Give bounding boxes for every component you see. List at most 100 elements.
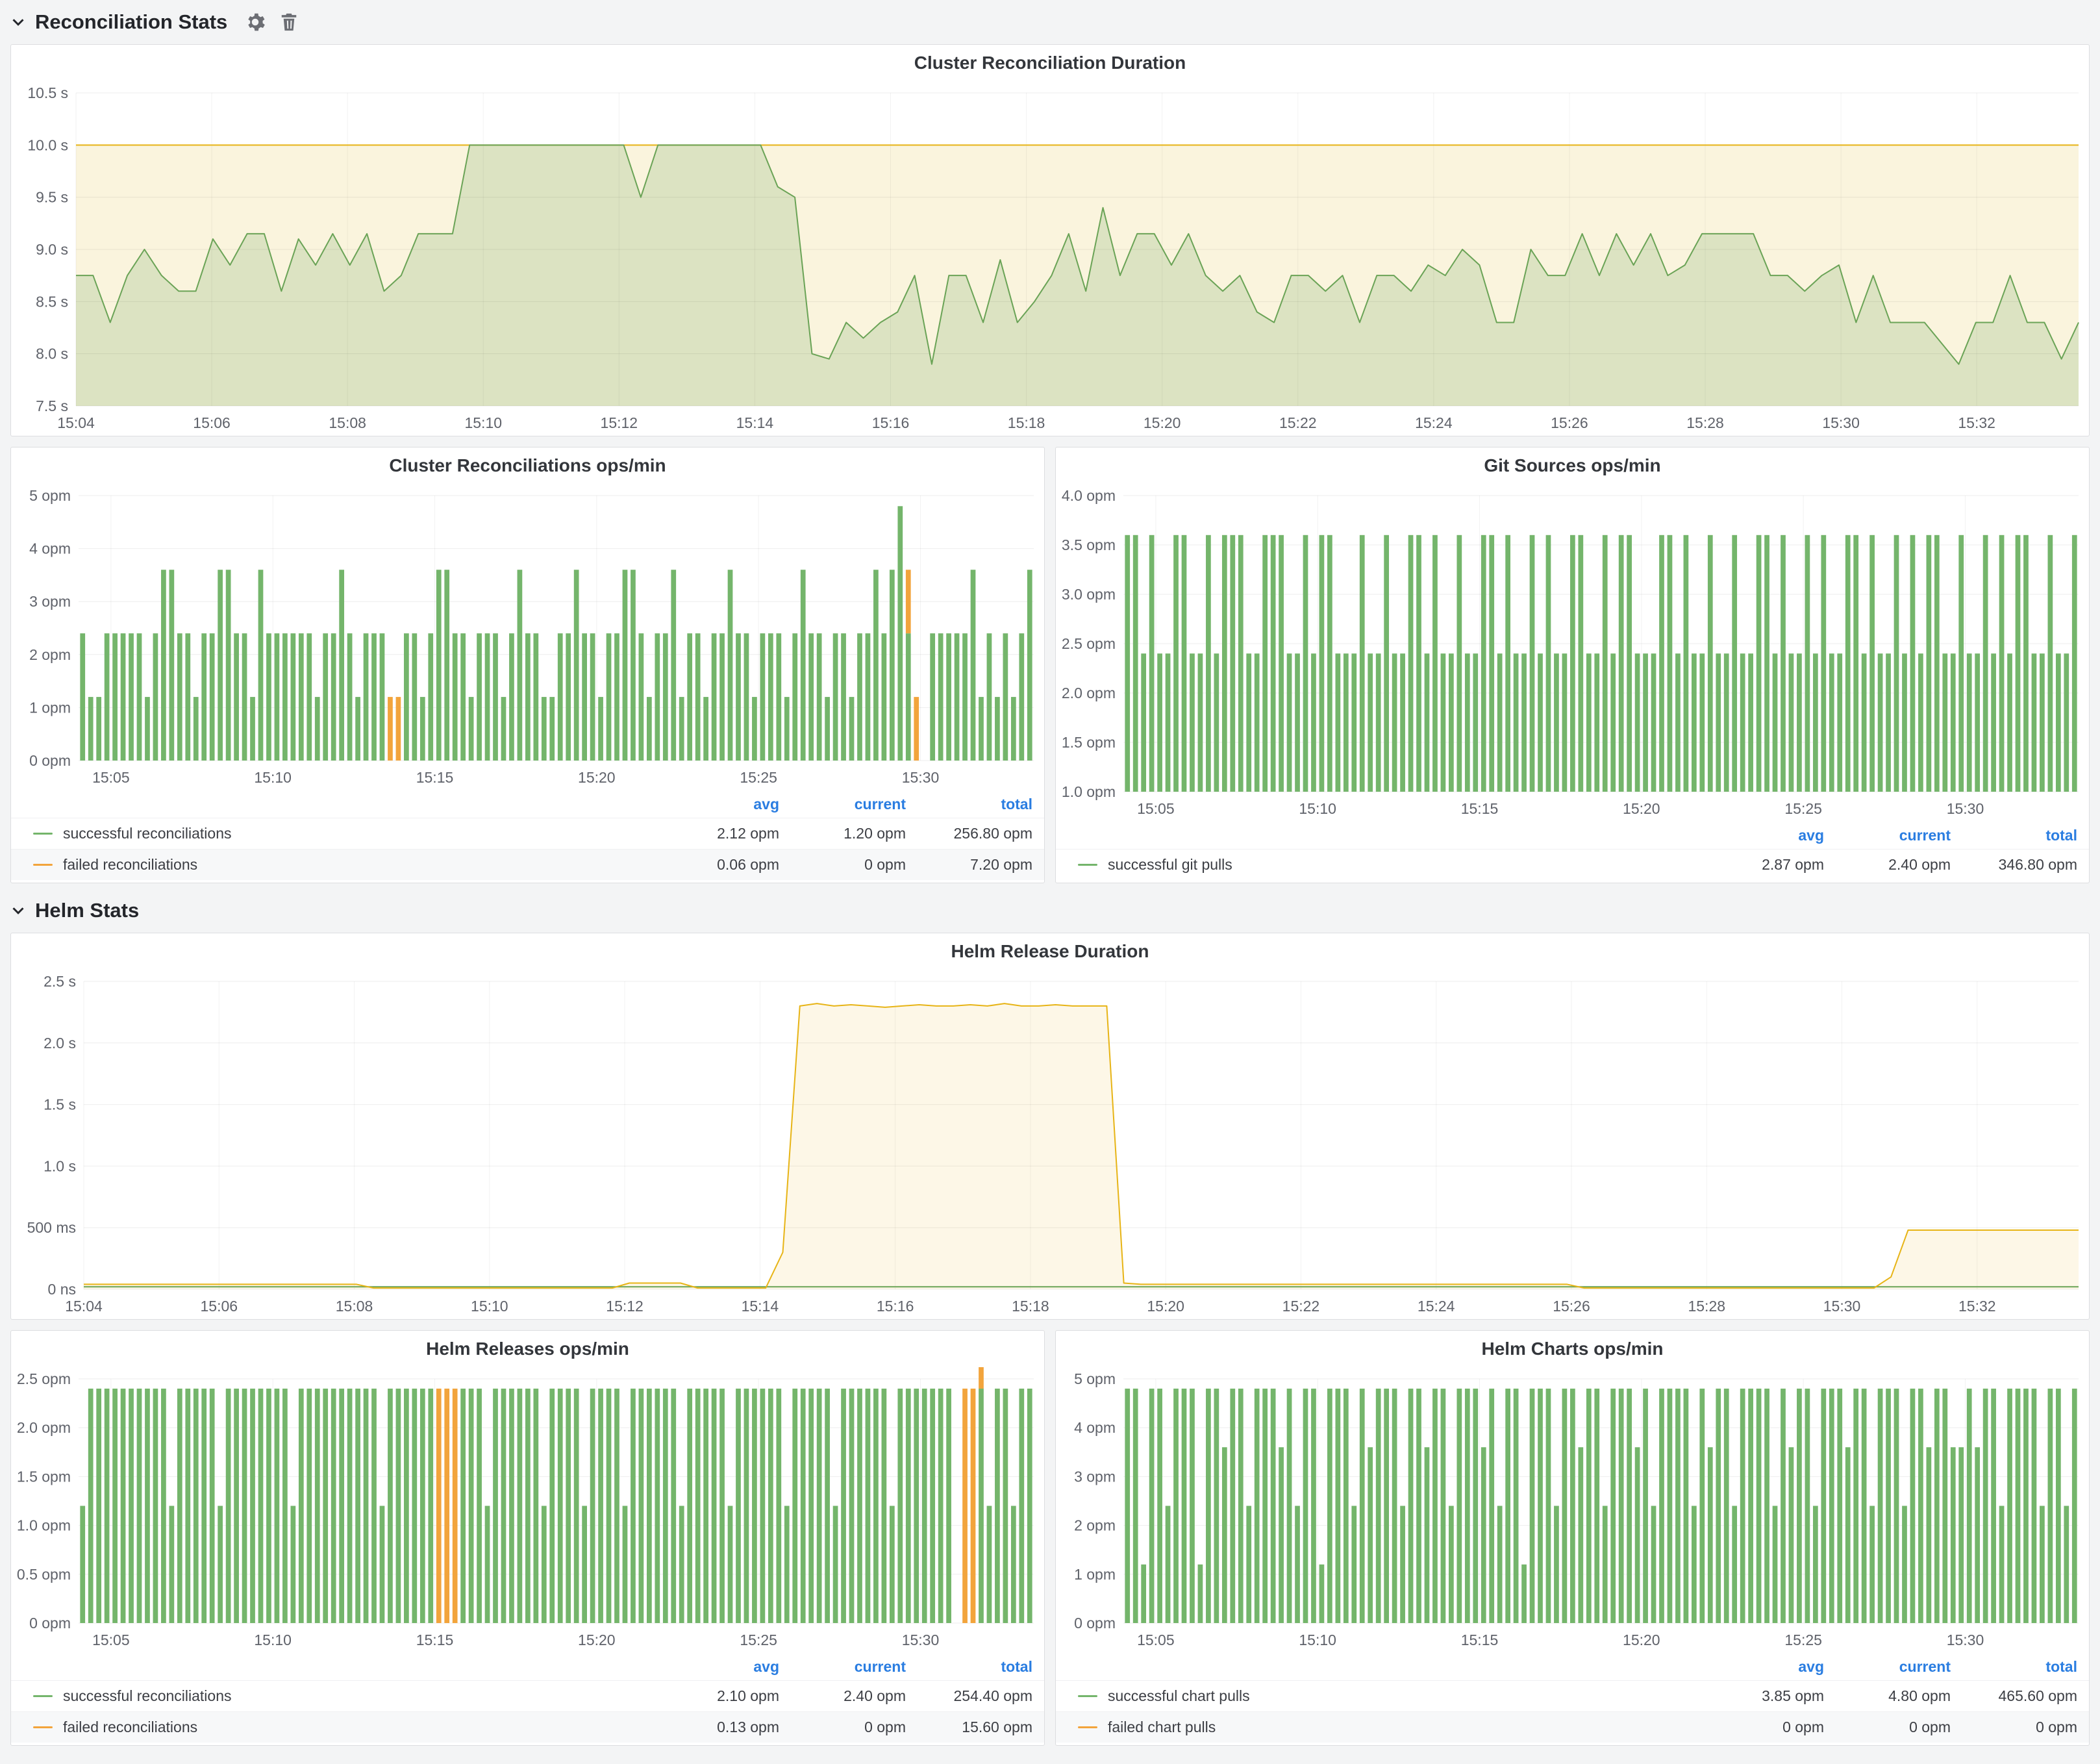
y-axis-tick-label: 2.5 opm (17, 1370, 71, 1387)
row-header-helm-stats[interactable]: Helm Stats (10, 894, 2090, 927)
legend-value: 2.40 opm (779, 1687, 906, 1705)
legend-series-label[interactable]: successful git pulls (1108, 856, 1232, 874)
y-axis-tick-label: 5 opm (1074, 1370, 1116, 1387)
legend-value: 465.60 opm (1951, 1687, 2077, 1705)
x-axis-tick-label: 15:10 (1299, 800, 1336, 817)
x-axis-tick-label: 15:24 (1415, 414, 1453, 431)
y-axis-tick-label: 2 opm (1074, 1517, 1116, 1534)
x-axis-tick-label: 15:08 (336, 1298, 373, 1315)
y-axis-tick-label: 2 opm (29, 646, 71, 663)
y-axis-tick-label: 2.0 s (44, 1035, 76, 1052)
series-color-dash (33, 1695, 53, 1697)
panel-title-helm-release-duration[interactable]: Helm Release Duration (11, 933, 2089, 970)
x-axis-tick-label: 15:30 (1823, 1298, 1861, 1315)
legend-value: 346.80 opm (1951, 856, 2077, 874)
x-axis-tick-label: 15:14 (736, 414, 774, 431)
legend-series-label[interactable]: successful reconciliations (63, 825, 232, 842)
legend-git-sources: avgcurrenttotal successful git pulls 2.87 … (1056, 822, 2089, 883)
panel-title-cluster-reconciliation-duration[interactable]: Cluster Reconciliation Duration (11, 45, 2089, 81)
y-axis-tick-label: 1 opm (29, 699, 71, 716)
panel-title-helm-charts-opm[interactable]: Helm Charts ops/min (1056, 1331, 2089, 1367)
legend-series-label[interactable]: failed chart pulls (1108, 1719, 1216, 1736)
x-axis-tick-label: 15:05 (92, 769, 130, 786)
panel-title-helm-releases-opm[interactable]: Helm Releases ops/min (11, 1331, 1044, 1367)
x-axis-tick-label: 15:06 (200, 1298, 238, 1315)
legend-value: 2.87 opm (1697, 856, 1824, 874)
y-axis-tick-label: 0 opm (29, 1615, 71, 1632)
x-axis-tick-label: 15:12 (601, 414, 638, 431)
legend-helm-charts: avgcurrenttotalsuccessful chart pulls3.8… (1056, 1653, 2089, 1745)
y-axis-tick-label: 8.0 s (36, 346, 68, 362)
legend-value: 254.40 opm (906, 1687, 1032, 1705)
row-actions (245, 12, 299, 32)
timeseries-cluster-reconciliation-duration[interactable]: 7.5 s8.0 s8.5 s9.0 s9.5 s10.0 s10.5 s15:… (11, 81, 2089, 436)
legend-sort-current[interactable]: current (779, 796, 906, 813)
panel-title-git-sources-opm[interactable]: Git Sources ops/min (1056, 447, 2089, 484)
legend-sort-total[interactable]: total (906, 1658, 1032, 1676)
legend-sort-current[interactable]: current (1824, 827, 1951, 844)
legend-series-label[interactable]: successful reconciliations (63, 1687, 232, 1705)
barchart-git-sources-opm[interactable]: 1.0 opm1.5 opm2.0 opm2.5 opm3.0 opm3.5 o… (1056, 484, 2089, 822)
legend-sort-avg[interactable]: avg (653, 1658, 779, 1676)
legend-sort-current[interactable]: current (1824, 1658, 1951, 1676)
legend-row: successful reconciliations2.12 opm1.20 o… (11, 818, 1044, 849)
x-axis-tick-label: 15:04 (65, 1298, 103, 1315)
x-axis-tick-label: 15:26 (1551, 414, 1588, 431)
y-axis-tick-label: 0.5 opm (17, 1566, 71, 1583)
legend-sort-avg[interactable]: avg (1697, 1658, 1824, 1676)
y-axis-tick-label: 4 opm (29, 540, 71, 557)
x-axis-tick-label: 15:28 (1688, 1298, 1725, 1315)
y-axis-tick-label: 2.0 opm (17, 1419, 71, 1436)
x-axis-tick-label: 15:05 (92, 1632, 130, 1648)
legend-value: 4.80 opm (1824, 1687, 1951, 1705)
barchart-helm-releases-opm[interactable]: 0 opm0.5 opm1.0 opm1.5 opm2.0 opm2.5 opm… (11, 1367, 1044, 1653)
y-axis-tick-label: 3 opm (29, 593, 71, 610)
y-axis-tick-label: 2.5 opm (1062, 635, 1116, 652)
trash-icon[interactable] (279, 12, 299, 32)
row-header-reconciliation-stats[interactable]: Reconciliation Stats (10, 5, 2090, 39)
x-axis-tick-label: 15:10 (471, 1298, 508, 1315)
barchart-cluster-reconciliations-opm[interactable]: 0 opm1 opm2 opm3 opm4 opm5 opm15:0515:10… (11, 484, 1044, 790)
legend-sort-avg[interactable]: avg (653, 796, 779, 813)
y-axis-tick-label: 3.0 opm (1062, 586, 1116, 603)
x-axis-tick-label: 15:25 (1784, 800, 1822, 817)
gear-icon[interactable] (245, 12, 265, 32)
x-axis-tick-label: 15:10 (254, 769, 292, 786)
legend-series-label[interactable]: failed reconciliations (63, 856, 197, 874)
series-color-dash (1078, 1726, 1097, 1728)
legend-series-label[interactable]: failed reconciliations (63, 1719, 197, 1736)
x-axis-tick-label: 15:05 (1137, 800, 1175, 817)
y-axis-tick-label: 5 opm (29, 487, 71, 504)
legend-sort-total[interactable]: total (906, 796, 1032, 813)
x-axis-tick-label: 15:10 (254, 1632, 292, 1648)
panel-cluster-reconciliation-duration: Cluster Reconciliation Duration 7.5 s8.0… (10, 44, 2090, 436)
legend-series-label[interactable]: successful chart pulls (1108, 1687, 1250, 1705)
legend-value: 0 opm (779, 856, 906, 874)
x-axis-tick-label: 15:08 (329, 414, 366, 431)
x-axis-tick-label: 15:28 (1686, 414, 1724, 431)
barchart-helm-charts-opm[interactable]: 0 opm1 opm2 opm3 opm4 opm5 opm15:0515:10… (1056, 1367, 2089, 1653)
legend-sort-total[interactable]: total (1951, 827, 2077, 844)
row-title-reconciliation-stats: Reconciliation Stats (35, 10, 227, 34)
legend-cluster-reconciliations: avgcurrenttotal successful reconciliation… (11, 790, 1044, 883)
x-axis-tick-label: 15:05 (1137, 1632, 1175, 1648)
y-axis-tick-label: 9.5 s (36, 189, 68, 206)
legend-sort-avg[interactable]: avg (1697, 827, 1824, 844)
legend-row: successful reconciliations2.10 opm2.40 o… (11, 1680, 1044, 1711)
panel-cluster-reconciliations-opm: Cluster Reconciliations ops/min 0 opm 1 o… (10, 447, 1045, 883)
y-axis-tick-label: 10.5 s (27, 84, 68, 101)
panel-title-cluster-reconciliations-opm[interactable]: Cluster Reconciliations ops/min (11, 447, 1044, 484)
legend-sort-current[interactable]: current (779, 1658, 906, 1676)
panel-helm-releases-opm: Helm Releases ops/min 0 opm0.5 opm1.0 op… (10, 1330, 1045, 1746)
timeseries-helm-release-duration[interactable]: 0 ns500 ms1.0 s1.5 s2.0 s2.5 s15:0415:06… (11, 970, 2089, 1319)
legend-sort-total[interactable]: total (1951, 1658, 2077, 1676)
x-axis-tick-label: 15:15 (1461, 800, 1499, 817)
legend-value: 7.20 opm (906, 856, 1032, 874)
chart-svg: 0 opm1 opm2 opm3 opm4 opm5 opm15:0515:10… (1056, 1367, 2089, 1653)
legend-header-row: avgcurrenttotal (11, 1653, 1044, 1680)
x-axis-tick-label: 15:12 (606, 1298, 644, 1315)
legend-header-row: avgcurrenttotal (1056, 1653, 2089, 1680)
y-axis-tick-label: 1.5 opm (17, 1468, 71, 1485)
legend-row: failed reconciliations0.13 opm0 opm15.60… (11, 1711, 1044, 1743)
legend-row: successful chart pulls3.85 opm4.80 opm46… (1056, 1680, 2089, 1711)
